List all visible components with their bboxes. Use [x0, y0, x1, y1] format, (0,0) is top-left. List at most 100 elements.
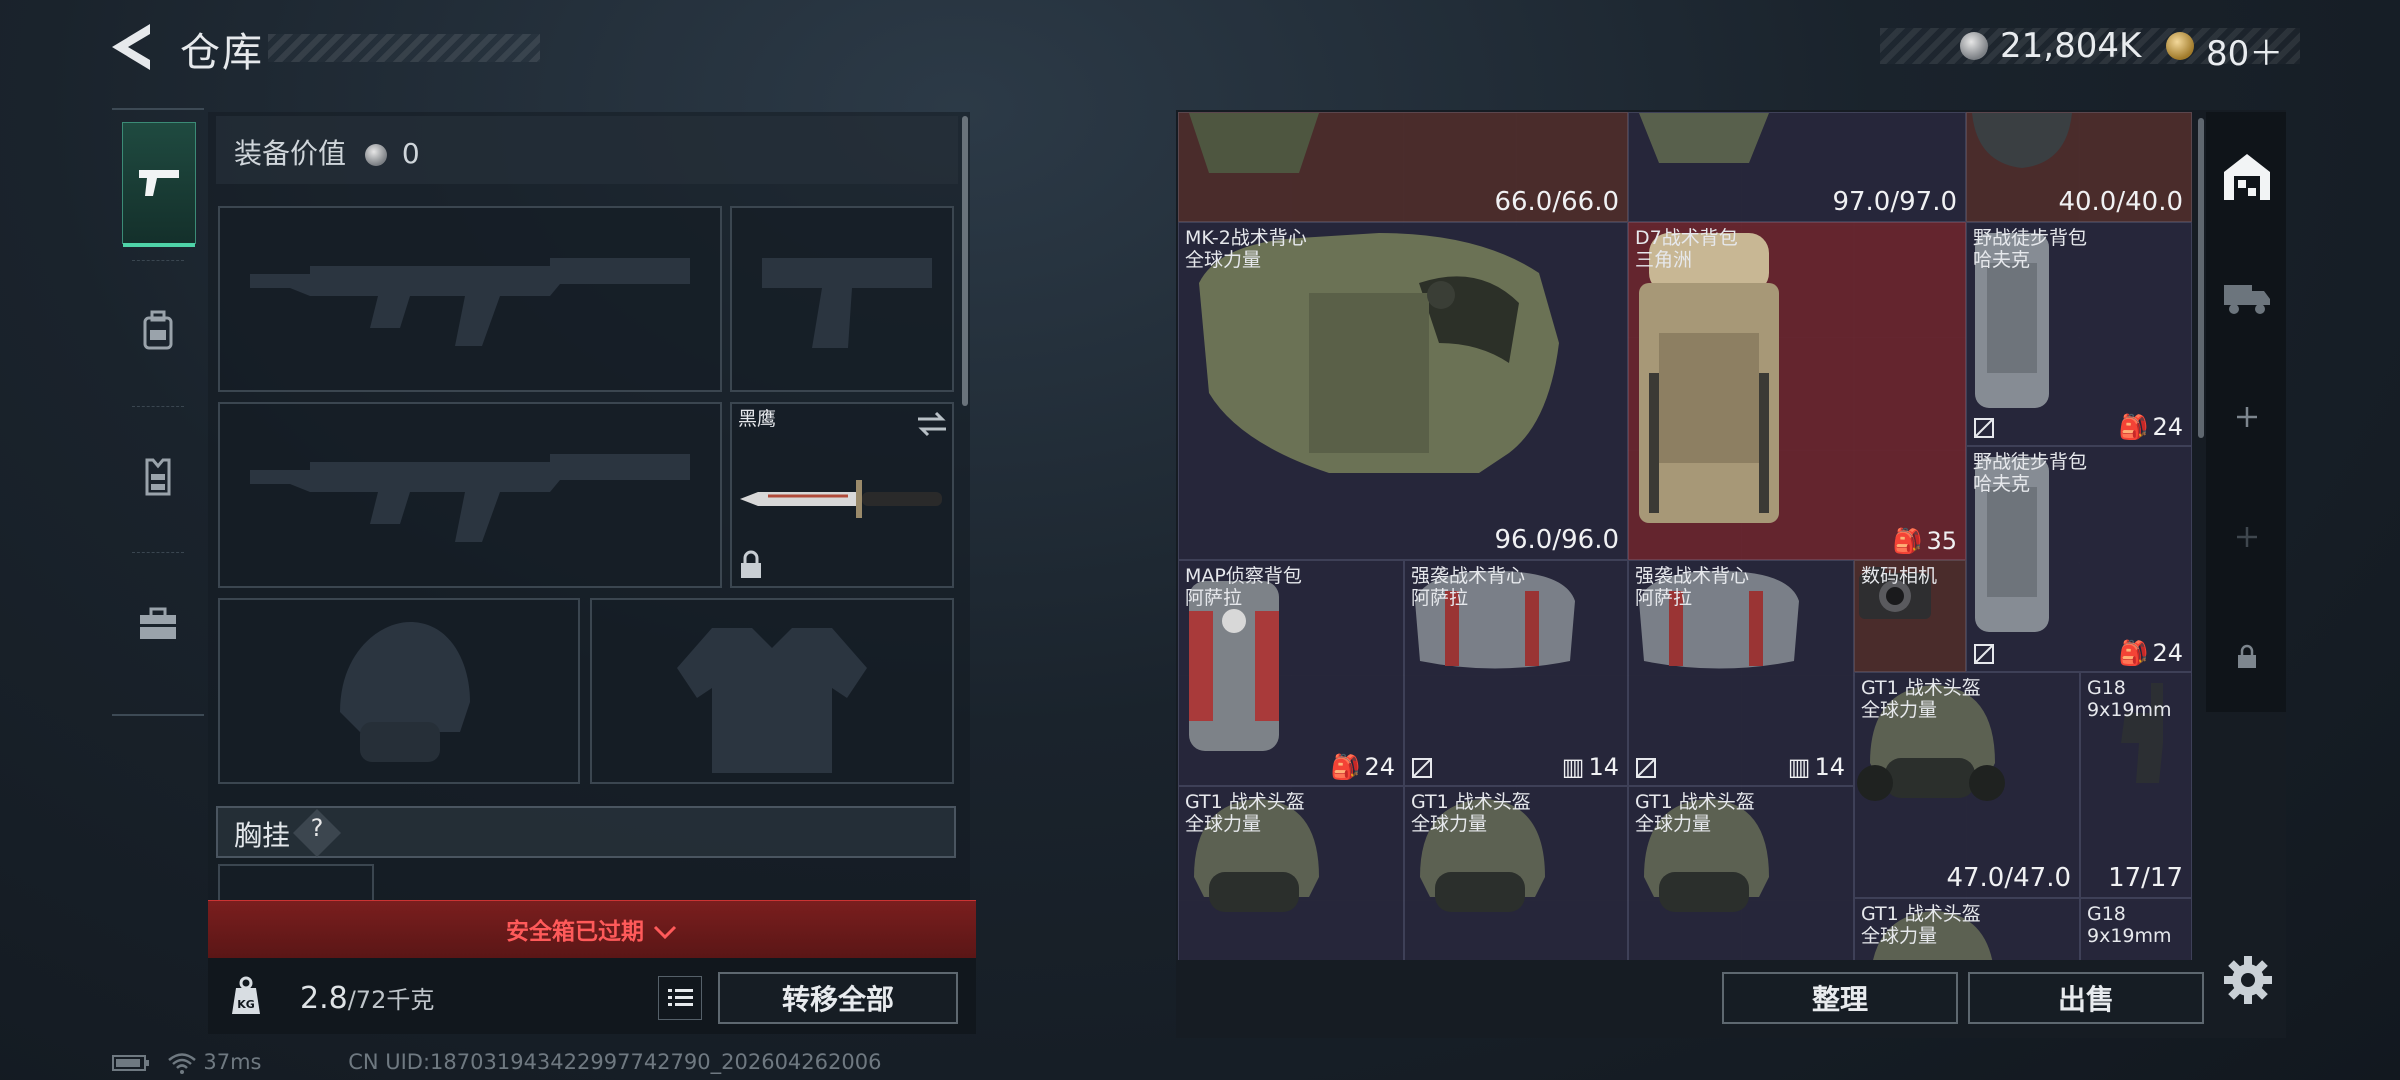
chest-rig-label: 胸挂: [234, 819, 291, 852]
silver-coin-icon: [364, 144, 387, 166]
grid-item[interactable]: GT1 战术头盔 全球力量: [1404, 786, 1628, 960]
grid-item[interactable]: 数码相机: [1854, 560, 1966, 672]
loadout-scrollbar[interactable]: [962, 116, 968, 406]
ticket-amount[interactable]: 80＋: [2206, 26, 2283, 75]
back-arrow-icon[interactable]: [110, 22, 156, 72]
category-tab-bar: [112, 108, 204, 716]
item-faction: 阿萨拉: [1635, 587, 1693, 609]
vest-capacity-icon: ▥: [1787, 753, 1811, 781]
plus-icon: [2237, 527, 2257, 547]
grid-item[interactable]: 40.0/40.0: [1966, 112, 2192, 222]
swap-icon[interactable]: [916, 410, 948, 438]
item-name: MAP侦察背包 阿萨拉: [1185, 565, 1302, 609]
item-faction: 9x19mm: [2087, 925, 2172, 947]
item-faction: 全球力量: [1411, 813, 1488, 835]
ammo-value: 17/17: [2108, 863, 2183, 893]
item-name: 强袭战术背心 阿萨拉: [1411, 565, 1525, 609]
chevron-down-icon: [653, 925, 677, 939]
armor-item-icon: [1189, 113, 1319, 173]
item-title: G18: [2087, 903, 2126, 925]
grid-item[interactable]: GT1 战术头盔 全球力量 47.0/47.0: [1854, 672, 2080, 898]
grid-item[interactable]: 强袭战术背心 阿萨拉 ▥ 14: [1404, 560, 1628, 786]
no-insure-icon: [1974, 644, 1994, 664]
safebox-expired-label: 安全箱已过期: [505, 919, 644, 945]
item-title: MAP侦察背包: [1185, 565, 1302, 587]
list-view-button[interactable]: [658, 976, 702, 1020]
tab-vest[interactable]: [122, 416, 194, 536]
pistol-slot[interactable]: [730, 206, 954, 392]
capacity-value: ▥ 14: [1788, 753, 1845, 781]
tab-weapons[interactable]: [122, 122, 196, 247]
durability-value: 97.0/97.0: [1832, 187, 1957, 217]
tab-backpack[interactable]: [122, 270, 194, 390]
lock-icon: [2238, 644, 2256, 668]
grid-item[interactable]: GT1 战术头盔 全球力量: [1854, 898, 2080, 960]
grid-item[interactable]: G18 9x19mm: [2080, 898, 2192, 960]
sort-button[interactable]: 整理: [1722, 972, 1958, 1024]
grid-item[interactable]: MAP侦察背包 阿萨拉 🎒 24: [1178, 560, 1404, 786]
storage-page-2-tab[interactable]: [2220, 270, 2274, 324]
backpack-icon: [143, 310, 173, 350]
capacity-backpack-icon: 🎒: [1330, 753, 1361, 781]
grid-item[interactable]: GT1 战术头盔 全球力量: [1178, 786, 1404, 960]
item-name: GT1 战术头盔 全球力量: [1861, 903, 1981, 947]
secondary-weapon-slot[interactable]: [218, 402, 722, 588]
item-faction: 全球力量: [1635, 813, 1712, 835]
grid-item[interactable]: 野战徒步背包 哈夫克 🎒 24: [1966, 446, 2192, 672]
grid-item[interactable]: 强袭战术背心 阿萨拉 ▥ 14: [1628, 560, 1854, 786]
grid-item[interactable]: D7战术背包 三角洲 🎒 35: [1628, 222, 1966, 560]
item-faction: 阿萨拉: [1411, 587, 1469, 609]
vest-item-icon: [1639, 113, 1769, 163]
storage-scrollbar[interactable]: [2198, 118, 2204, 438]
carry-weight-max: /72千克: [347, 986, 435, 1014]
item-title: D7战术背包: [1635, 227, 1738, 249]
item-name: GT1 战术头盔 全球力量: [1635, 791, 1755, 835]
tab-toolbox[interactable]: [122, 564, 194, 684]
toolbox-icon: [140, 607, 176, 639]
svg-text:KG: KG: [237, 998, 255, 1011]
grid-item[interactable]: 97.0/97.0: [1628, 112, 1966, 222]
transfer-all-button[interactable]: 转移全部: [718, 972, 958, 1024]
rifle-silhouette-icon: [250, 258, 690, 346]
helmet-slot[interactable]: [218, 598, 580, 784]
grid-item[interactable]: MK-2战术背心 全球力量 96.0/96.0: [1178, 222, 1628, 560]
storage-page-1-tab[interactable]: [2220, 150, 2274, 204]
item-name: G18 9x19mm: [2087, 903, 2172, 947]
ping-text: 37ms: [203, 1050, 262, 1074]
grid-item[interactable]: 野战徒步背包 哈夫克 🎒 24: [1966, 222, 2192, 446]
capacity-number: 14: [1814, 753, 1845, 781]
durability-value: 47.0/47.0: [1946, 863, 2071, 893]
primary-weapon-slot[interactable]: [218, 206, 722, 392]
sell-button[interactable]: 出售: [1968, 972, 2204, 1024]
equipment-value-amount: 0: [401, 137, 420, 170]
item-faction: 全球力量: [1185, 249, 1262, 271]
gear-icon[interactable]: [2218, 950, 2278, 1010]
item-faction: 阿萨拉: [1185, 587, 1243, 609]
item-name: MK-2战术背心 全球力量: [1185, 227, 1307, 271]
item-name: GT1 战术头盔 全球力量: [1861, 677, 1981, 721]
item-title: G18: [2087, 677, 2126, 699]
locked-storage-tab[interactable]: [2220, 630, 2274, 684]
currency-amount: 21,804K: [2000, 26, 2142, 66]
chest-rig-slot[interactable]: [218, 864, 374, 904]
melee-slot[interactable]: 黑鹰: [730, 402, 954, 588]
grid-item[interactable]: 66.0/66.0: [1178, 112, 1628, 222]
storage-grid: 66.0/66.0 97.0/97.0 40.0/40.0 MK-2战术背心 全球…: [1178, 112, 2192, 960]
durability-value: 96.0/96.0: [1494, 525, 1619, 555]
add-storage-button-disabled: [2220, 510, 2274, 564]
capacity-number: 35: [1926, 527, 1957, 555]
grid-item[interactable]: G18 9x19mm 17/17: [2080, 672, 2192, 898]
item-faction: 全球力量: [1861, 925, 1938, 947]
warehouse-icon: [2224, 154, 2270, 200]
item-name: 强袭战术背心 阿萨拉: [1635, 565, 1749, 609]
item-title: 野战徒步背包: [1973, 451, 2088, 473]
equipment-value: 装备价值 0: [234, 132, 420, 172]
add-storage-button[interactable]: [2220, 390, 2274, 444]
armor-slot[interactable]: [590, 598, 954, 784]
truck-icon: [2224, 285, 2270, 314]
item-faction: 哈夫克: [1973, 473, 2031, 495]
item-title: GT1 战术头盔: [1861, 677, 1981, 699]
title-stripe: [268, 34, 540, 62]
grid-item[interactable]: GT1 战术头盔 全球力量: [1628, 786, 1854, 960]
help-mark: ?: [310, 814, 324, 842]
